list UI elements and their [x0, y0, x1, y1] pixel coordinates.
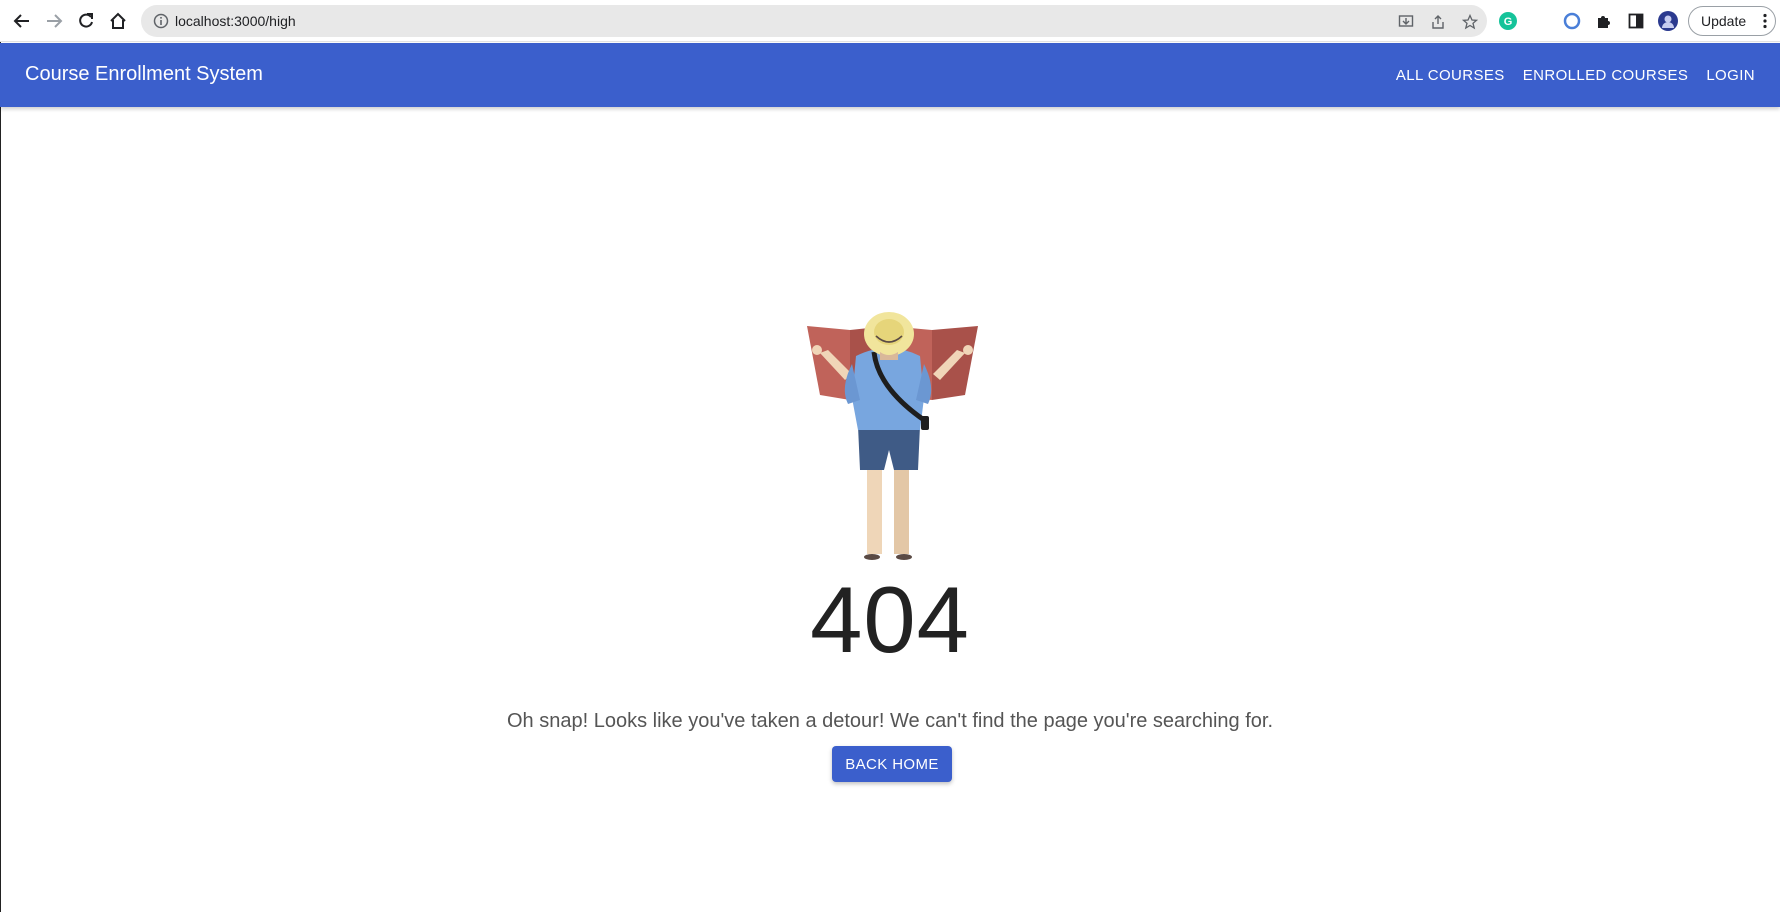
circle-extension-icon[interactable] [1561, 10, 1583, 32]
back-home-button[interactable]: BACK HOME [832, 746, 952, 782]
share-icon[interactable] [1429, 13, 1447, 31]
svg-text:G: G [1504, 16, 1513, 28]
reload-icon[interactable] [74, 9, 98, 33]
address-bar[interactable]: localhost:3000/high [141, 5, 1487, 37]
nav-links: ALL COURSES ENROLLED COURSES LOGIN [1387, 43, 1764, 107]
browser-toolbar: localhost:3000/high G Update [0, 0, 1780, 42]
grammarly-icon[interactable]: G [1497, 10, 1519, 32]
window-edge [0, 42, 1, 912]
install-icon[interactable] [1397, 13, 1415, 31]
app-title[interactable]: Course Enrollment System [25, 63, 263, 86]
back-arrow-icon[interactable] [10, 9, 34, 33]
error-message: Oh snap! Looks like you've taken a detou… [507, 710, 1273, 732]
nav-enrolled-courses[interactable]: ENROLLED COURSES [1514, 59, 1698, 92]
nav-login[interactable]: LOGIN [1697, 59, 1764, 92]
more-vert-icon[interactable] [1763, 13, 1767, 32]
home-icon[interactable] [106, 9, 130, 33]
update-label: Update [1701, 13, 1747, 29]
forward-arrow-icon[interactable] [42, 9, 66, 33]
side-panel-icon[interactable] [1625, 10, 1647, 32]
profile-avatar-icon[interactable] [1657, 10, 1679, 32]
update-button[interactable]: Update [1688, 6, 1776, 36]
app-bar: Course Enrollment System ALL COURSES ENR… [0, 43, 1780, 107]
error-code: 404 [810, 567, 970, 672]
url-text[interactable]: localhost:3000/high [175, 13, 296, 29]
bookmark-star-icon[interactable] [1461, 13, 1479, 31]
puzzle-extensions-icon[interactable] [1593, 10, 1615, 32]
nav-all-courses[interactable]: ALL COURSES [1387, 59, 1514, 92]
info-icon[interactable] [153, 13, 169, 34]
lost-traveler-illustration [800, 308, 985, 563]
